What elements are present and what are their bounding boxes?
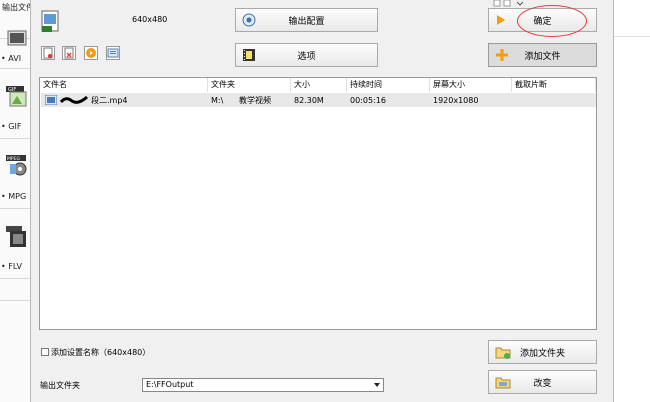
settings-icon [242,13,256,27]
options-label: 选项 [297,51,316,62]
format-label-mpg[interactable]: • MPG [1,192,26,201]
add-file-label: 添加文件 [524,51,561,62]
column-header-filename[interactable]: 文件名 [40,78,208,92]
divider [0,278,30,279]
plus-icon [496,49,508,61]
output-config-label: 输出配置 [288,16,325,27]
options-button[interactable]: 选项 [235,43,378,67]
divider [0,208,30,209]
column-header-size[interactable]: 大小 [291,78,347,92]
add-file-button[interactable]: 添加文件 [488,43,597,67]
add-folder-label: 添加文件夹 [519,348,565,359]
output-config-button[interactable]: 输出配置 [235,8,378,32]
delete-icon[interactable] [62,46,76,60]
column-header-clip[interactable]: 截取片断 [512,78,596,92]
change-button[interactable]: 改变 [488,370,597,394]
cell-clip [512,94,515,108]
cell-screen-size: 1920x1080 [433,96,479,105]
folder-open-icon [495,377,511,389]
divider [0,68,30,69]
cell-size: 82.30M [294,96,324,105]
format-label-flv[interactable]: • FLV [1,262,22,271]
output-folder-label: 输出文件夹 [40,381,80,390]
media-info-icon[interactable] [106,46,120,60]
cell-folder-name: 教学视频 [239,96,271,105]
cell-filename: 段二.mp4 [91,96,128,105]
new-icon[interactable] [41,46,55,60]
redacted-mark [60,95,88,104]
file-list[interactable]: 文件名 文件夹 大小 持续时间 屏幕大小 截取片断 段二.mp4 M:\ 教学视… [39,77,597,330]
column-header-folder[interactable]: 文件夹 [208,78,291,92]
chevron-down-icon[interactable] [374,383,380,387]
svg-text:MPEG: MPEG [7,156,20,162]
column-header-screen-size[interactable]: 屏幕大小 [430,78,512,92]
gif-icon: GIF [6,86,27,107]
column-header-duration[interactable]: 持续时间 [347,78,430,92]
add-folder-button[interactable]: 添加文件夹 [488,340,597,364]
flv-icon [6,226,26,247]
output-folder-select[interactable]: E:\FFOutput [142,378,384,392]
arrow-right-icon [497,15,505,25]
resolution-label: 640x480 [132,15,168,24]
format-preview-icon [41,10,59,32]
avi-icon [7,30,27,46]
background-window: 输出文件 • AVI GIF • GIF MPEG • MPG • FLV [0,0,34,402]
format-label-avi[interactable]: • AVI [1,54,21,63]
change-label: 改变 [533,378,552,389]
background-window-right [613,0,650,402]
mpg-icon: MPEG [6,155,27,176]
play-icon[interactable] [84,46,98,60]
window-mini-controls[interactable] [490,0,530,8]
divider [613,36,650,37]
cell-folder: M:\ [211,96,224,105]
output-folder-value: E:\FFOutput [146,380,194,389]
format-label-gif[interactable]: • GIF [1,122,21,131]
annotation-circle [517,5,587,37]
divider [0,138,30,139]
film-icon [243,49,255,61]
add-settings-label: 添加设置名称（640x480） [51,348,151,357]
folder-add-icon [495,347,511,359]
divider [0,300,30,301]
cell-duration: 00:05:16 [350,96,386,105]
add-settings-checkbox[interactable] [41,348,49,356]
video-file-icon [45,95,57,105]
